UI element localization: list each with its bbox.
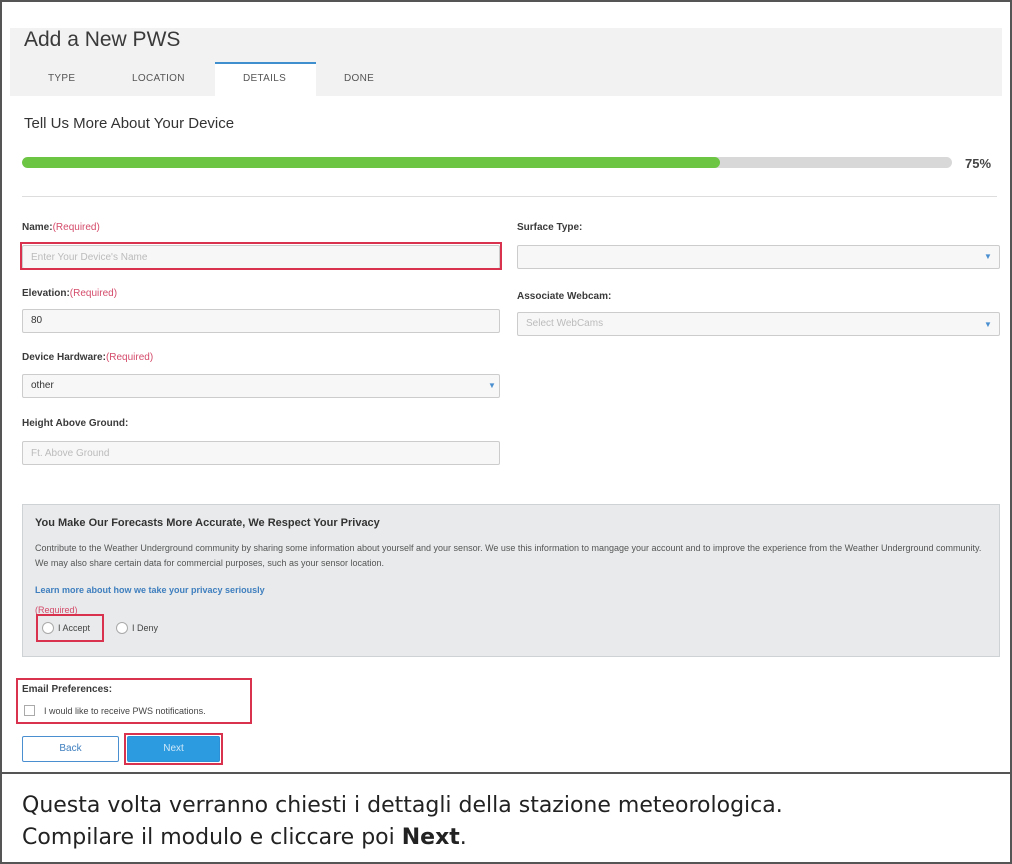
progress-fill — [22, 157, 720, 168]
name-highlight — [20, 242, 502, 270]
back-button[interactable]: Back — [22, 736, 119, 762]
tab-type[interactable]: TYPE — [48, 73, 75, 84]
elevation-input[interactable]: 80 — [22, 309, 500, 333]
tab-details[interactable]: DETAILS — [243, 73, 286, 84]
webcam-label: Associate Webcam: — [517, 291, 612, 302]
height-input[interactable] — [22, 441, 500, 465]
caption-divider — [2, 772, 1010, 774]
caption-next: Next — [401, 825, 460, 850]
privacy-heading: You Make Our Forecasts More Accurate, We… — [35, 517, 380, 529]
elevation-label: Elevation:(Required) — [22, 288, 118, 299]
hardware-label: Device Hardware:(Required) — [22, 352, 154, 363]
divider — [22, 196, 997, 197]
hardware-value: other — [31, 380, 54, 391]
page-title: Add a New PWS — [24, 28, 181, 51]
email-highlight — [16, 678, 252, 724]
caption: Questa volta verranno chiesti i dettagli… — [22, 790, 992, 854]
surface-select[interactable] — [517, 245, 1000, 269]
name-label: Name:(Required) — [22, 222, 100, 233]
chevron-down-icon: ▼ — [488, 381, 496, 390]
deny-label[interactable]: I Deny — [132, 623, 158, 633]
caption-line-2: Compilare il modulo e cliccare poi Next. — [22, 825, 467, 850]
privacy-body: Contribute to the Weather Underground co… — [35, 543, 982, 568]
chevron-down-icon: ▼ — [984, 320, 992, 329]
progress-bar — [22, 157, 952, 168]
chevron-down-icon: ▼ — [984, 252, 992, 261]
next-highlight — [124, 733, 223, 765]
surface-label: Surface Type: — [517, 222, 583, 233]
tab-location[interactable]: LOCATION — [132, 73, 185, 84]
deny-radio[interactable] — [116, 622, 128, 634]
hardware-select[interactable]: other — [22, 374, 500, 398]
webcam-select[interactable]: Select WebCams — [517, 312, 1000, 336]
caption-line-1: Questa volta verranno chiesti i dettagli… — [22, 793, 783, 818]
height-label: Height Above Ground: — [22, 418, 129, 429]
progress-percent: 75% — [965, 156, 992, 171]
accept-highlight — [36, 614, 104, 642]
tab-done[interactable]: DONE — [344, 73, 374, 84]
webcam-placeholder: Select WebCams — [526, 318, 604, 329]
section-title: Tell Us More About Your Device — [24, 115, 235, 132]
privacy-link[interactable]: Learn more about how we take your privac… — [35, 585, 265, 595]
privacy-panel: You Make Our Forecasts More Accurate, We… — [22, 504, 1000, 657]
